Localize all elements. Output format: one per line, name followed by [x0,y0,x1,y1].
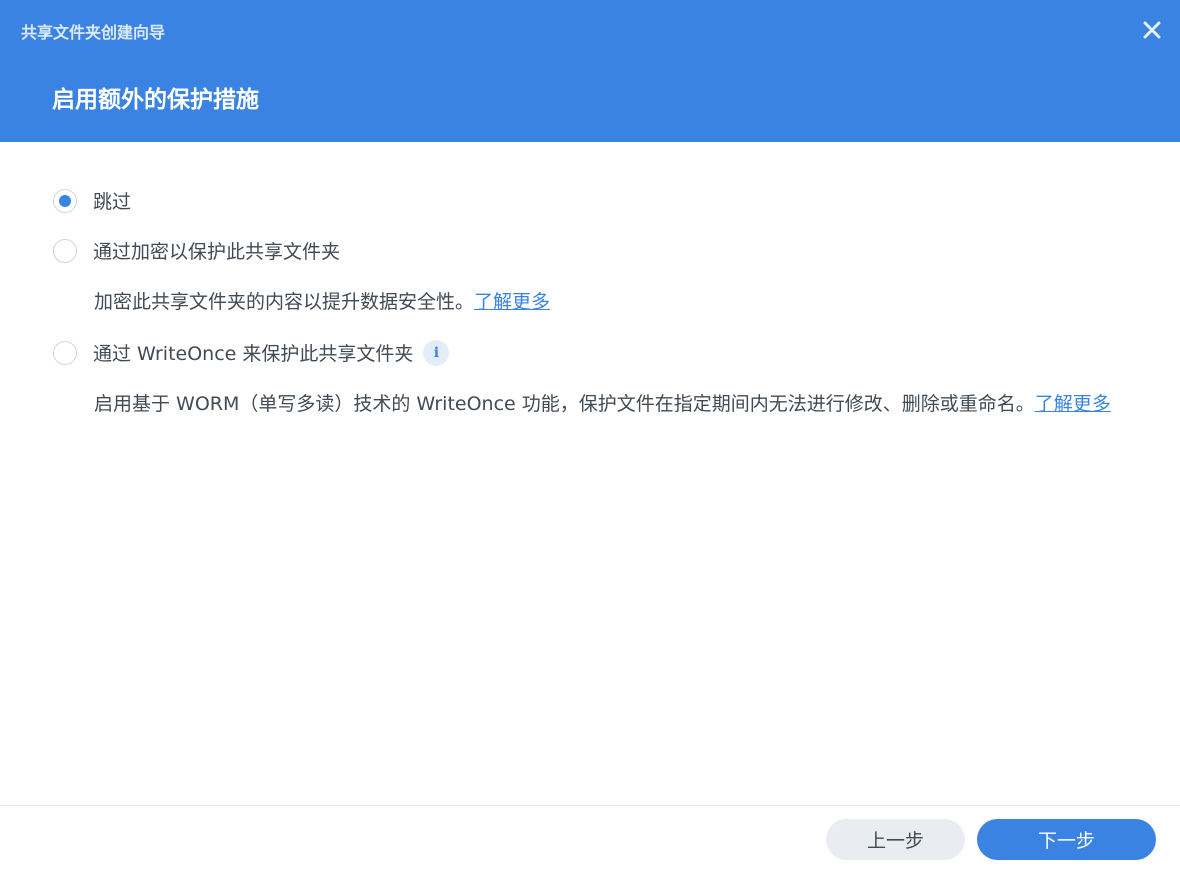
writeonce-description: 启用基于 WORM（单写多读）技术的 WriteOnce 功能，保护文件在指定期… [94,389,1124,419]
radio-skip[interactable] [53,188,77,213]
next-button[interactable]: 下一步 [977,819,1156,860]
step-title: 启用额外的保护措施 [52,87,259,113]
description-text: 加密此共享文件夹的内容以提升数据安全性。 [94,291,475,313]
info-icon[interactable]: i [423,339,450,366]
encryption-description: 加密此共享文件夹的内容以提升数据安全性。了解更多 [94,287,550,317]
wizard-header: 共享文件夹创建向导 启用额外的保护措施 [0,0,1180,142]
close-icon [1143,21,1161,39]
option-label: 跳过 [93,191,132,213]
window-title: 共享文件夹创建向导 [21,23,166,42]
radio-encryption[interactable] [53,238,77,263]
learn-more-link[interactable]: 了解更多 [474,291,550,313]
radio-writeonce[interactable] [53,340,77,365]
option-skip[interactable]: 跳过 [53,187,131,214]
description-text: 启用基于 WORM（单写多读）技术的 WriteOnce 功能，保护文件在指定期… [94,393,1035,415]
close-button[interactable] [1138,16,1166,44]
option-label: 通过 WriteOnce 来保护此共享文件夹 [93,343,414,365]
prev-button[interactable]: 上一步 [826,819,965,860]
footer-divider [0,805,1180,806]
option-label: 通过加密以保护此共享文件夹 [93,241,341,263]
option-encryption[interactable]: 通过加密以保护此共享文件夹 [53,237,340,264]
learn-more-link[interactable]: 了解更多 [1035,393,1111,415]
option-writeonce[interactable]: 通过 WriteOnce 来保护此共享文件夹 i [53,339,450,366]
